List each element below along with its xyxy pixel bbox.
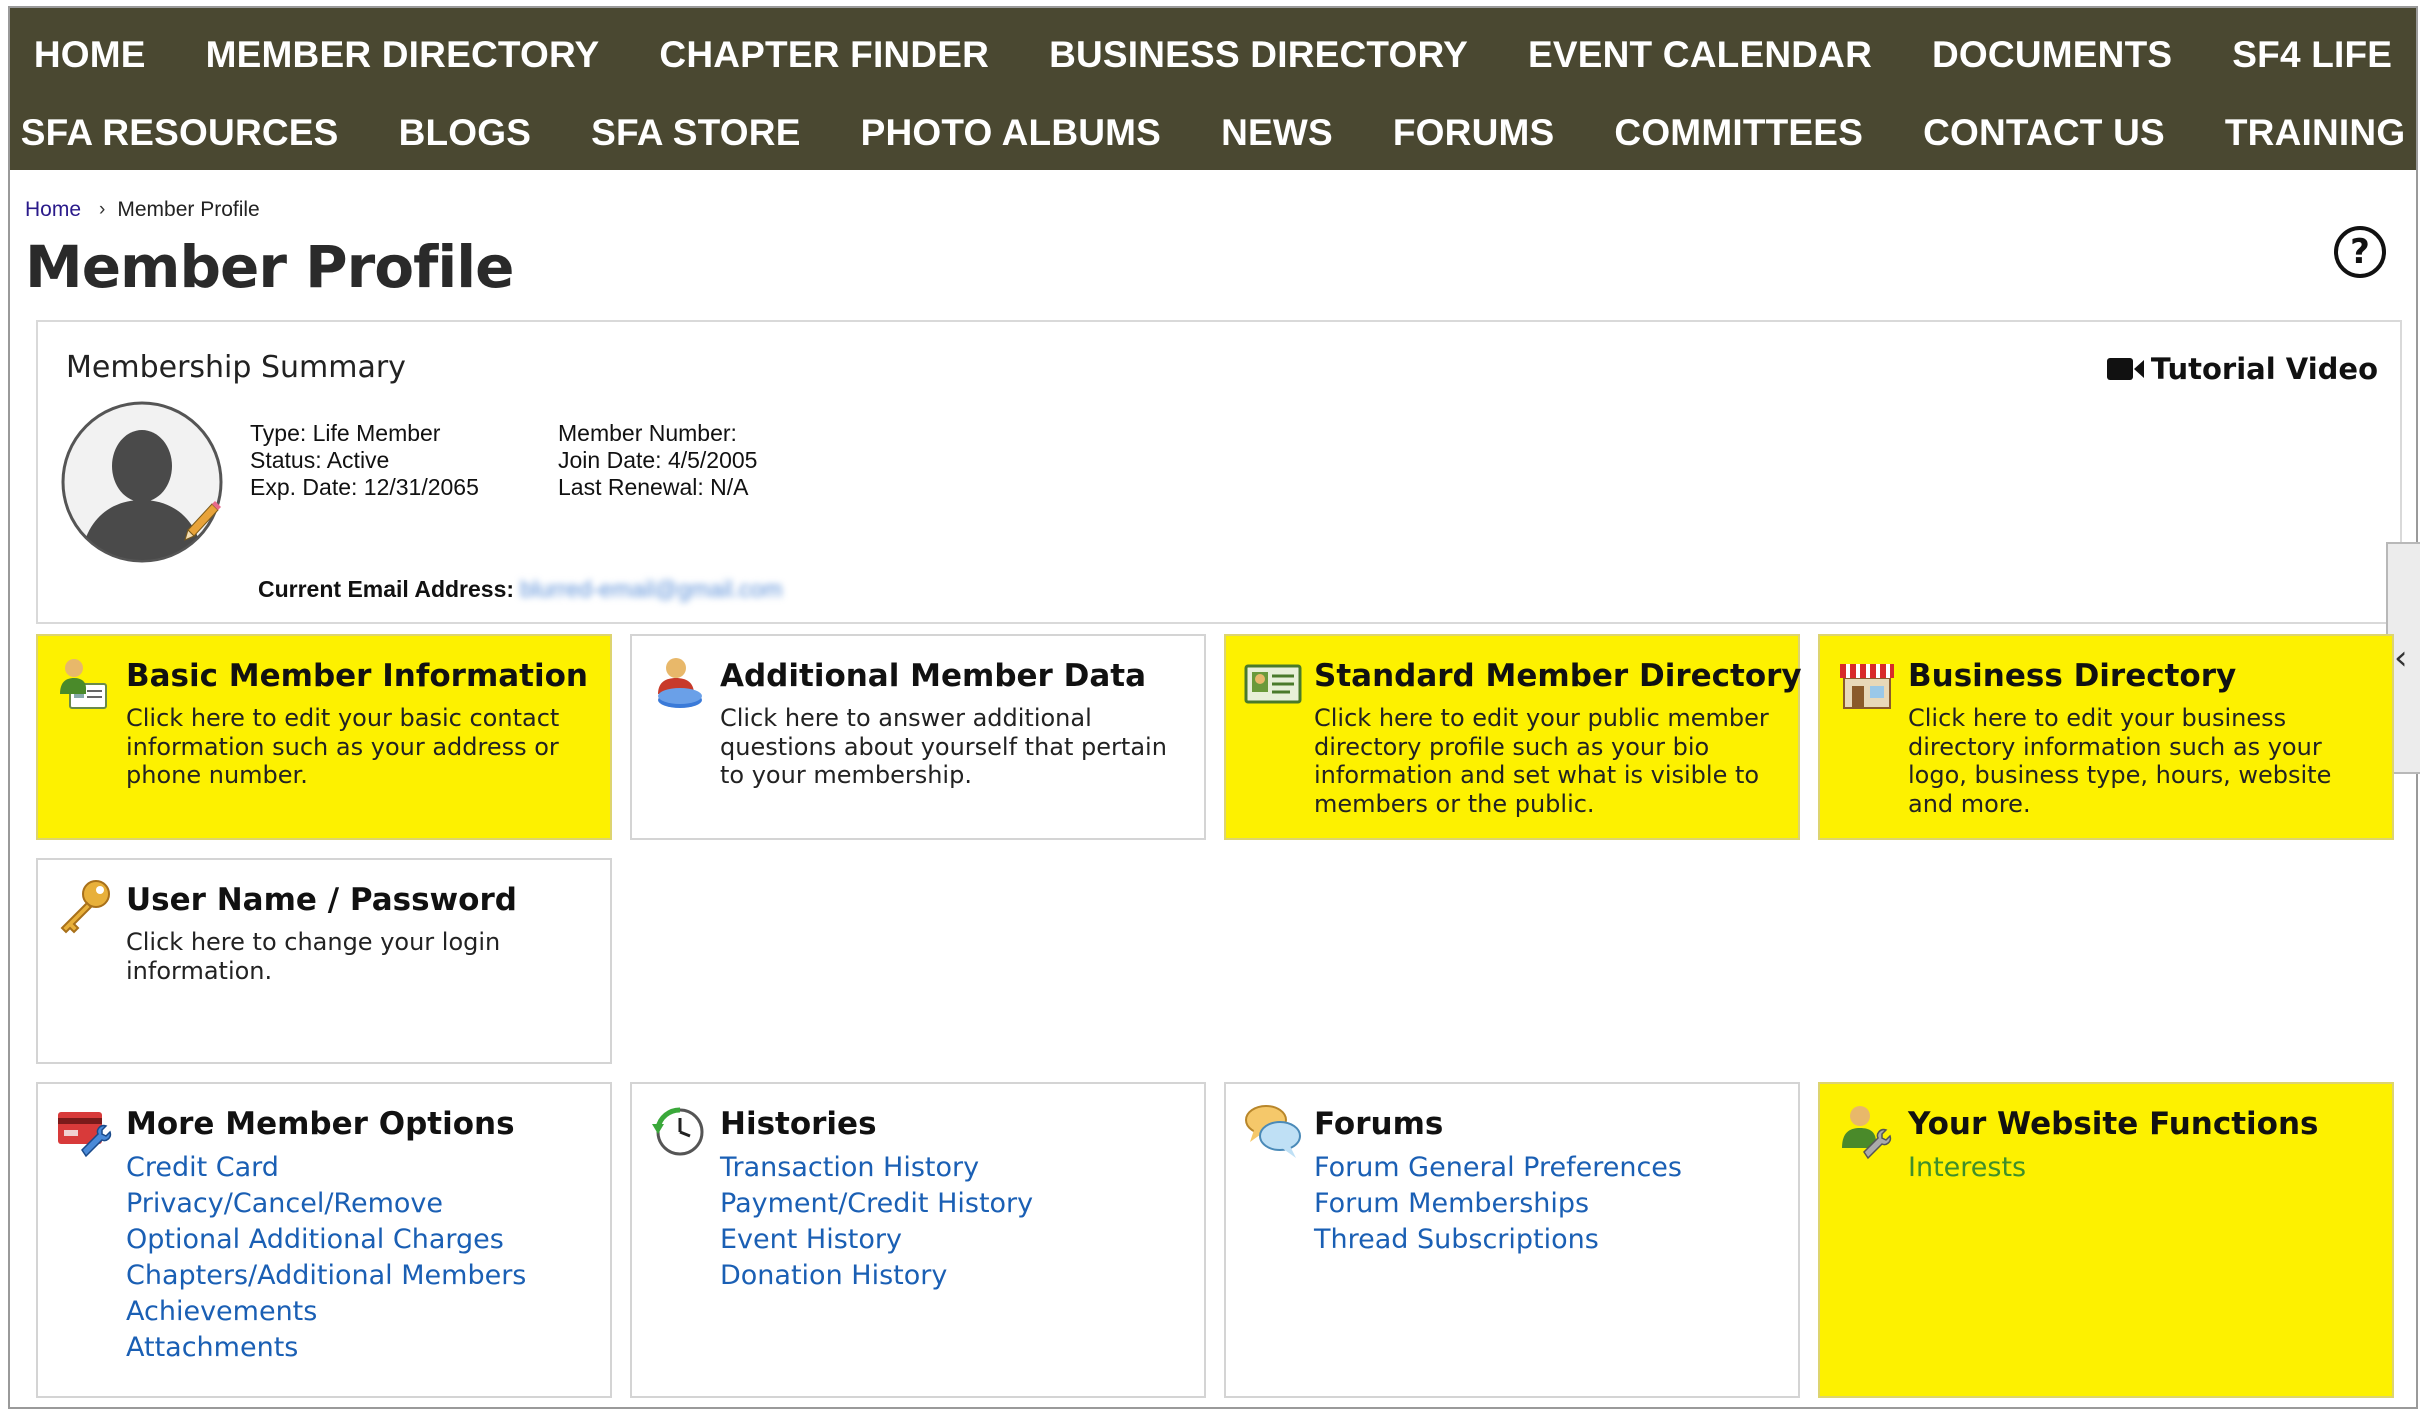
card-wrench-icon [58,1112,112,1158]
card-standard-member-directory[interactable]: Standard Member Directory Click here to … [1224,634,1802,840]
nav-home[interactable]: HOME [4,34,176,76]
membership-summary-heading: Membership Summary [66,350,406,385]
membership-info-column-2: Member Number: Join Date: 4/5/2005 Last … [558,420,757,501]
card-title: Forums [1314,1106,1444,1142]
nav-documents[interactable]: DOCUMENTS [1902,34,2202,76]
current-email: Current Email Address: blurred-email@gma… [258,576,782,603]
tutorial-video-label: Tutorial Video [2150,352,2378,386]
join-date: Join Date: 4/5/2005 [558,447,758,473]
nav-blogs[interactable]: BLOGS [369,112,562,154]
link-forum-general-preferences[interactable]: Forum General Preferences [1314,1150,1682,1186]
nav-row-2: SFA RESOURCES BLOGS SFA STORE PHOTO ALBU… [10,112,2416,154]
nav-chapter-finder[interactable]: CHAPTER FINDER [629,34,1019,76]
link-achievements[interactable]: Achievements [126,1294,526,1330]
link-chapters-additional-members[interactable]: Chapters/Additional Members [126,1258,526,1294]
card-title: Business Directory [1908,658,2237,694]
card-description: Click here to edit your basic contact in… [126,704,560,789]
nav-sf4-life[interactable]: SF4 LIFE [2202,34,2420,76]
card-basic-member-information[interactable]: Basic Member Information Click here to e… [36,634,612,840]
link-transaction-history[interactable]: Transaction History [720,1150,1033,1186]
link-payment-credit-history[interactable]: Payment/Credit History [720,1186,1033,1222]
nav-row-1: HOME MEMBER DIRECTORY CHAPTER FINDER BUS… [10,34,2416,76]
link-interests[interactable]: Interests [1908,1150,2026,1186]
member-card-icon [60,659,107,709]
card-forums: Forums Forum General Preferences Forum M… [1224,1082,1800,1398]
card-your-website-functions: Your Website Functions Interests [1818,1082,2394,1398]
current-email-label: Current Email Address: [258,576,515,602]
video-camera-icon [2106,358,2144,380]
nav-committees[interactable]: COMMITTEES [1584,112,1893,154]
last-renewal: Last Renewal: N/A [558,474,749,500]
link-event-history[interactable]: Event History [720,1222,1033,1258]
card-title: Standard Member Directory [1314,658,1802,694]
nav-member-directory[interactable]: MEMBER DIRECTORY [176,34,630,76]
link-donation-history[interactable]: Donation History [720,1258,1033,1294]
member-number: Member Number: [558,420,737,446]
breadcrumb-home-link[interactable]: Home [25,198,81,222]
link-attachments[interactable]: Attachments [126,1330,526,1366]
member-data-icon [658,658,702,708]
breadcrumb-current: Member Profile [117,198,260,221]
card-description: Click here to change your login informat… [126,928,501,985]
key-icon [60,880,110,934]
card-histories: Histories Transaction History Payment/Cr… [630,1082,1206,1398]
histories-links: Transaction History Payment/Credit Histo… [720,1150,1033,1294]
help-icon[interactable]: ? [2334,226,2386,278]
membership-type: Type: Life Member [250,420,441,446]
nav-sfa-store[interactable]: SFA STORE [561,112,830,154]
top-navigation: HOME MEMBER DIRECTORY CHAPTER FINDER BUS… [10,8,2416,170]
page-title: Member Profile [25,233,514,301]
current-email-value: blurred-email@gmail.com [520,576,783,602]
nav-business-directory[interactable]: BUSINESS DIRECTORY [1019,34,1498,76]
website-functions-links: Interests [1908,1150,2026,1186]
clock-history-icon [652,1107,704,1156]
breadcrumb: Home › Member Profile [25,198,260,222]
card-title: User Name / Password [126,882,517,918]
nav-event-calendar[interactable]: EVENT CALENDAR [1498,34,1902,76]
nav-contact-us[interactable]: CONTACT US [1893,112,2195,154]
card-title: More Member Options [126,1106,515,1142]
member-wrench-icon [1842,1106,1892,1160]
membership-exp-date: Exp. Date: 12/31/2065 [250,474,479,500]
storefront-icon [1840,664,1894,709]
card-title: Histories [720,1106,877,1142]
card-more-member-options: More Member Options Credit Card Privacy/… [36,1082,612,1398]
id-card-icon [1244,664,1302,704]
link-credit-card[interactable]: Credit Card [126,1150,526,1186]
link-forum-memberships[interactable]: Forum Memberships [1314,1186,1682,1222]
link-optional-additional-charges[interactable]: Optional Additional Charges [126,1222,526,1258]
nav-news[interactable]: NEWS [1191,112,1363,154]
card-title: Additional Member Data [720,658,1147,694]
card-title: Your Website Functions [1908,1106,2319,1142]
more-options-links: Credit Card Privacy/Cancel/Remove Option… [126,1150,526,1366]
nav-sfa-resources[interactable]: SFA RESOURCES [0,112,369,154]
card-description: Click here to edit your business directo… [1908,704,2332,818]
link-thread-subscriptions[interactable]: Thread Subscriptions [1314,1222,1682,1258]
card-description: Click here to answer additional question… [720,704,1167,789]
nav-training[interactable]: TRAINING [2195,112,2420,154]
speech-bubbles-icon [1245,1105,1301,1158]
tutorial-video-button[interactable]: Tutorial Video [2106,352,2378,386]
nav-forums[interactable]: FORUMS [1363,112,1585,154]
chevron-left-icon: ‹ [2394,638,2408,678]
link-privacy-cancel-remove[interactable]: Privacy/Cancel/Remove [126,1186,526,1222]
card-additional-member-data[interactable]: Additional Member Data Click here to ans… [630,634,1206,840]
card-business-directory[interactable]: Business Directory Click here to edit yo… [1818,634,2394,840]
card-title: Basic Member Information [126,658,588,694]
forums-links: Forum General Preferences Forum Membersh… [1314,1150,1682,1258]
avatar[interactable] [60,400,224,564]
membership-info-column-1: Type: Life Member Status: Active Exp. Da… [250,420,479,501]
card-description: Click here to edit your public member di… [1314,704,1769,818]
breadcrumb-separator: › [99,199,106,220]
membership-summary-panel: Membership Summary Tutorial Video Type: … [36,320,2402,624]
card-user-name-password[interactable]: User Name / Password Click here to chang… [36,858,612,1064]
nav-photo-albums[interactable]: PHOTO ALBUMS [831,112,1191,154]
membership-status: Status: Active [250,447,390,473]
page-frame: HOME MEMBER DIRECTORY CHAPTER FINDER BUS… [8,6,2420,1409]
